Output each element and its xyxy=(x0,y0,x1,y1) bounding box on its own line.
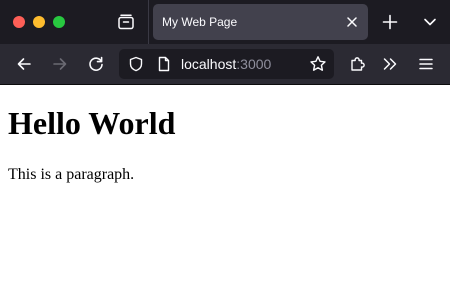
browser-window: My Web Page localhost:3000 Hello World T… xyxy=(0,0,450,286)
page-paragraph: This is a paragraph. xyxy=(8,166,135,183)
page-icon xyxy=(158,56,170,72)
extensions-button[interactable] xyxy=(346,52,370,76)
tracking-protection-button[interactable] xyxy=(127,55,145,73)
reload-button[interactable] xyxy=(84,52,108,76)
address-bar[interactable]: localhost:3000 xyxy=(119,49,334,79)
window-maximize-button[interactable] xyxy=(53,16,65,28)
back-button[interactable] xyxy=(12,52,36,76)
reload-icon xyxy=(89,56,103,71)
tab-view-icon xyxy=(118,14,134,30)
nav-toolbar: localhost:3000 xyxy=(0,44,450,85)
tab-close-button[interactable] xyxy=(345,15,359,29)
chevrons-right-icon xyxy=(383,58,397,70)
close-icon xyxy=(347,17,357,27)
window-close-button[interactable] xyxy=(13,16,25,28)
bookmark-button[interactable] xyxy=(308,54,328,74)
tab-view-button[interactable] xyxy=(114,10,138,34)
tab-list-button[interactable] xyxy=(418,10,442,34)
tab-strip-divider xyxy=(148,0,149,44)
shield-icon xyxy=(129,56,143,72)
url-text[interactable]: localhost:3000 xyxy=(181,49,271,79)
tab-strip: My Web Page xyxy=(0,0,450,44)
page-heading: Hello World xyxy=(8,105,176,141)
arrow-left-icon xyxy=(17,58,31,70)
tab-title: My Web Page xyxy=(162,15,238,29)
forward-button[interactable] xyxy=(48,52,72,76)
plus-icon xyxy=(382,14,398,30)
window-minimize-button[interactable] xyxy=(33,16,45,28)
chevron-down-icon xyxy=(424,18,436,26)
puzzle-icon xyxy=(351,57,365,71)
page-info-button[interactable] xyxy=(155,55,173,73)
tab-active[interactable]: My Web Page xyxy=(153,4,368,40)
url-port: :3000 xyxy=(236,56,272,72)
star-icon xyxy=(310,56,326,71)
new-tab-button[interactable] xyxy=(378,10,402,34)
overflow-menu-button[interactable] xyxy=(378,52,402,76)
url-host: localhost xyxy=(181,56,237,72)
app-menu-button[interactable] xyxy=(414,52,438,76)
arrow-right-icon xyxy=(53,58,67,70)
hamburger-icon xyxy=(419,58,433,70)
page-content: Hello World This is a paragraph. xyxy=(0,86,450,286)
